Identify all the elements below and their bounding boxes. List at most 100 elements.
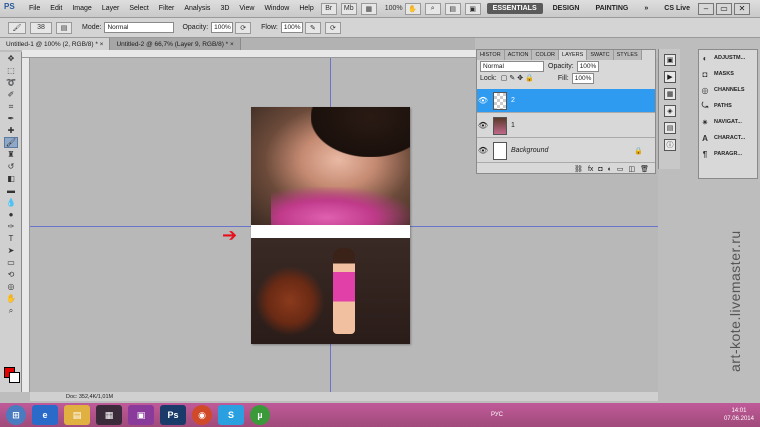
eyedropper-tool-icon[interactable]: ✒ — [4, 113, 18, 124]
zoom-icon[interactable]: ⌕ — [424, 2, 441, 15]
type-tool-icon[interactable]: T — [4, 233, 18, 244]
flow-field[interactable]: 100% — [280, 22, 303, 33]
eye-icon[interactable]: 👁 — [477, 146, 489, 155]
background-color-swatch[interactable] — [9, 372, 20, 383]
hand-icon[interactable]: ✋ — [404, 2, 421, 15]
3d-orbit-tool-icon[interactable]: ◎ — [4, 281, 18, 292]
hand-tool-icon[interactable]: ✋ — [4, 293, 18, 304]
menu-edit[interactable]: Edit — [45, 5, 67, 12]
mode-select[interactable]: Normal — [104, 22, 175, 33]
healing-tool-icon[interactable]: ✚ — [4, 125, 18, 136]
pressure-size-icon[interactable]: ⟳ — [324, 21, 341, 34]
new-layer-icon[interactable]: ◫ — [628, 165, 635, 173]
ruler-vertical[interactable] — [22, 58, 30, 392]
blend-mode-select[interactable]: Normal — [480, 60, 544, 72]
new-group-icon[interactable]: ▭ — [617, 165, 624, 173]
presentation-icon[interactable]: ▣ — [128, 405, 154, 425]
tab-history[interactable]: HISTOR — [477, 50, 505, 60]
fill-field[interactable]: 100% — [571, 72, 594, 84]
brush-panel-icon[interactable]: ▤ — [56, 21, 72, 34]
lock-pixels-icon[interactable]: ✎ — [509, 74, 515, 82]
workspace-design[interactable]: DESIGN — [547, 3, 586, 14]
start-icon[interactable]: ⊞ — [6, 405, 26, 425]
info-panel-icon[interactable]: ⓘ — [664, 139, 676, 151]
zoom-tool-icon[interactable]: ⌕ — [4, 305, 18, 316]
skype-icon[interactable]: S — [218, 405, 244, 425]
dock-channels[interactable]: ◎ CHANNELS — [699, 82, 757, 98]
document-canvas[interactable] — [251, 107, 410, 344]
history-brush-tool-icon[interactable]: ↺ — [4, 161, 18, 172]
restore-icon[interactable]: ▭ — [715, 2, 732, 15]
tab-swatches[interactable]: SWATC — [587, 50, 614, 60]
3d-rotate-tool-icon[interactable]: ⟲ — [4, 269, 18, 280]
minibridge-icon[interactable]: Mb — [340, 2, 357, 15]
language-indicator[interactable]: РУС — [491, 412, 503, 418]
dock-adjustments[interactable]: ◐ ADJUSTM... — [699, 50, 757, 66]
workspace-more-icon[interactable]: » — [638, 3, 654, 14]
path-select-tool-icon[interactable]: ➤ — [4, 245, 18, 256]
pressure-opacity-icon[interactable]: ⟳ — [235, 21, 252, 34]
dock-character[interactable]: A CHARACT... — [699, 130, 757, 146]
ie-icon[interactable]: e — [32, 405, 58, 425]
layer-opacity-field[interactable]: 100% — [576, 60, 599, 72]
eye-icon[interactable]: 👁 — [477, 121, 489, 130]
folder-icon[interactable]: ▤ — [64, 405, 90, 425]
marquee-tool-icon[interactable]: ⬚ — [4, 65, 18, 76]
cs-live-button[interactable]: CS Live — [658, 3, 696, 14]
menu-file[interactable]: File — [24, 5, 45, 12]
tab-untitled-1[interactable]: Untitled-1 @ 100% (2, RGB/8) * × — [0, 38, 111, 50]
workspace-painting[interactable]: PAINTING — [589, 3, 634, 14]
menu-select[interactable]: Select — [124, 5, 153, 12]
menu-view[interactable]: View — [234, 5, 259, 12]
dock-paths[interactable]: ⤿ PATHS — [699, 98, 757, 114]
animation-panel-icon[interactable]: ▶ — [664, 71, 676, 83]
grid-icon[interactable]: ▦ — [360, 2, 377, 15]
tab-untitled-2[interactable]: Untitled-2 @ 66,7% (Layer 9, RGB/8) * × — [110, 38, 241, 50]
menu-window[interactable]: Window — [259, 5, 294, 12]
minimize-icon[interactable]: – — [697, 2, 714, 15]
screen-mode-icon[interactable]: ▣ — [464, 2, 481, 15]
app-icon[interactable]: ▦ — [96, 405, 122, 425]
tab-layers[interactable]: LAYERS — [559, 50, 588, 60]
close-icon[interactable]: ✕ — [733, 2, 750, 15]
link-layers-icon[interactable]: ⛓ — [574, 165, 583, 173]
lock-transparent-icon[interactable]: ▢ — [501, 74, 508, 82]
image-panel-icon[interactable]: ▦ — [664, 88, 676, 100]
opacity-field[interactable]: 100% — [211, 22, 234, 33]
move-tool-icon[interactable]: ✥ — [4, 53, 18, 64]
ruler-horizontal[interactable] — [22, 50, 477, 58]
lasso-tool-icon[interactable]: ➰ — [4, 77, 18, 88]
bridge-icon[interactable]: Br — [320, 2, 337, 15]
tab-actions[interactable]: ACTION — [504, 50, 533, 60]
close-icon[interactable]: × — [230, 41, 234, 48]
layer-style-icon[interactable]: fx — [588, 166, 593, 173]
eye-icon[interactable]: 👁 — [477, 96, 489, 105]
dock-masks[interactable]: ◘ MASKS — [699, 66, 757, 82]
tab-styles[interactable]: STYLES — [613, 50, 642, 60]
layer-row-background[interactable]: 👁 Background 🔒 — [477, 139, 655, 163]
quick-select-tool-icon[interactable]: ✐ — [4, 89, 18, 100]
stamp-tool-icon[interactable]: ♜ — [4, 149, 18, 160]
layer-row-2[interactable]: 👁 2 — [477, 89, 655, 113]
layer-row-1[interactable]: 👁 1 — [477, 114, 655, 138]
blur-tool-icon[interactable]: 💧 — [4, 197, 18, 208]
menu-help[interactable]: Help — [294, 5, 318, 12]
delete-layer-icon[interactable]: 🗑 — [640, 165, 649, 173]
lock-position-icon[interactable]: ✥ — [517, 74, 523, 82]
clock[interactable]: 14:01 07.06.2014 — [724, 407, 754, 423]
layers-3d-icon[interactable]: ◈ — [664, 105, 676, 117]
photoshop-taskbar-icon[interactable]: Ps — [160, 405, 186, 425]
lock-all-icon[interactable]: 🔒 — [525, 74, 534, 82]
arrange-icon[interactable]: ▤ — [444, 2, 461, 15]
menu-image[interactable]: Image — [67, 5, 96, 12]
brush-tool-icon[interactable]: 🖌 — [4, 137, 18, 148]
3d-panel-icon[interactable]: ▣ — [664, 54, 676, 66]
gradient-tool-icon[interactable]: ▬ — [4, 185, 18, 196]
menu-filter[interactable]: Filter — [154, 5, 180, 12]
add-mask-icon[interactable]: ◘ — [598, 166, 602, 173]
shape-tool-icon[interactable]: ▭ — [4, 257, 18, 268]
menu-analysis[interactable]: Analysis — [179, 5, 215, 12]
menu-3d[interactable]: 3D — [215, 5, 234, 12]
brush-tool-icon[interactable]: 🖌 — [8, 21, 26, 34]
pen-tool-icon[interactable]: ✑ — [4, 221, 18, 232]
